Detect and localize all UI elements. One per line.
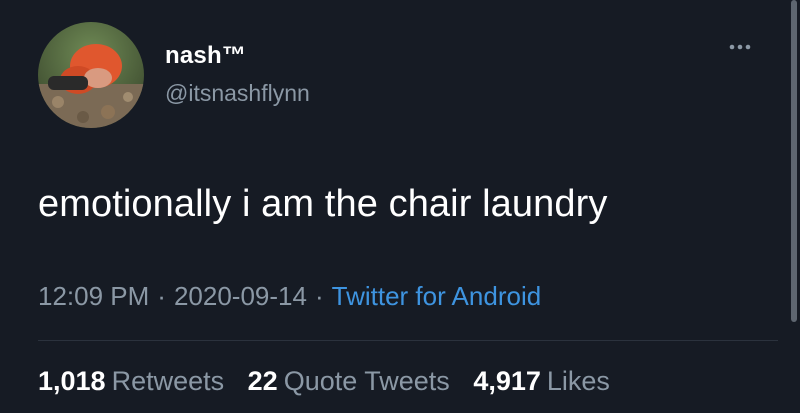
tweet-meta: 12:09 PM · 2020-09-14 · Twitter for Android [38, 281, 541, 312]
quote-tweets-stat[interactable]: 22 Quote Tweets [248, 366, 450, 396]
retweets-count: 1,018 [38, 366, 106, 396]
display-name[interactable]: nash™ [165, 42, 246, 70]
likes-count: 4,917 [473, 366, 541, 396]
quote-tweets-label: Quote Tweets [283, 366, 450, 396]
tweet-stats: 1,018 Retweets 22 Quote Tweets 4,917 Likes [38, 366, 626, 397]
avatar[interactable] [38, 22, 144, 128]
user-handle[interactable]: @itsnashflynn [165, 80, 310, 107]
tweet-text: emotionally i am the chair laundry [38, 183, 608, 225]
tweet-card: nash™ @itsnashflynn emotionally i am the… [0, 0, 800, 413]
scrollbar[interactable] [791, 0, 797, 322]
tweet-source-link[interactable]: Twitter for Android [332, 281, 542, 311]
tweet-date[interactable]: 2020-09-14 [174, 281, 307, 311]
likes-label: Likes [546, 366, 610, 396]
meta-separator: · [157, 281, 166, 311]
retweets-label: Retweets [111, 366, 225, 396]
divider [38, 340, 778, 341]
likes-stat[interactable]: 4,917 Likes [473, 366, 610, 396]
tweet-time[interactable]: 12:09 PM [38, 281, 149, 311]
retweets-stat[interactable]: 1,018 Retweets [38, 366, 224, 396]
profile-photo [38, 22, 144, 128]
meta-separator: · [314, 281, 324, 311]
more-options-icon[interactable] [722, 32, 762, 62]
quote-tweets-count: 22 [247, 366, 278, 396]
